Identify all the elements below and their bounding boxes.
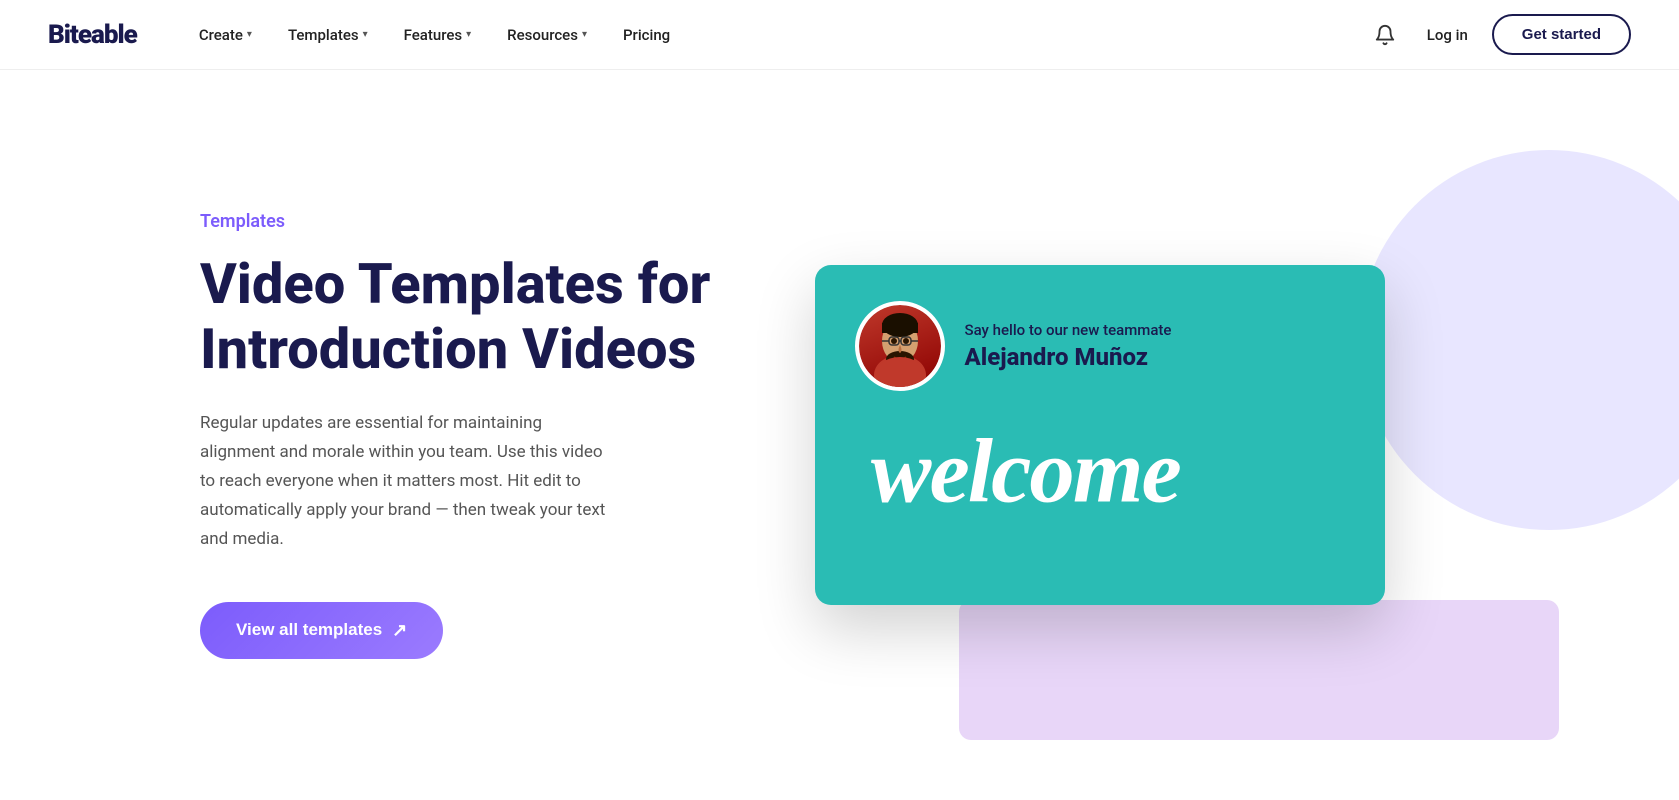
hero-visual: Say hello to our new teammate Alejandro … bbox=[720, 265, 1479, 605]
svg-text:welcome: welcome bbox=[870, 421, 1180, 516]
cta-label: View all templates bbox=[236, 620, 382, 640]
nav-features[interactable]: Features ▾ bbox=[390, 18, 486, 52]
brand-logo[interactable]: Biteable bbox=[48, 20, 137, 50]
hero-section: Templates Video Templates for Introducti… bbox=[0, 70, 1679, 800]
chevron-down-icon: ▾ bbox=[247, 29, 252, 40]
hero-label: Templates bbox=[200, 211, 720, 232]
nav-links: Create ▾ Templates ▾ Features ▾ Resource… bbox=[185, 18, 1367, 52]
hero-content: Templates Video Templates for Introducti… bbox=[200, 211, 720, 658]
chevron-down-icon: ▾ bbox=[466, 29, 471, 40]
view-all-templates-button[interactable]: View all templates ↗ bbox=[200, 602, 443, 659]
get-started-button[interactable]: Get started bbox=[1492, 14, 1631, 55]
card-name: Alejandro Muñoz bbox=[965, 343, 1172, 371]
hero-title: Video Templates for Introduction Videos bbox=[200, 252, 720, 381]
chevron-down-icon: ▾ bbox=[582, 29, 587, 40]
nav-right: Log in Get started bbox=[1367, 14, 1631, 55]
hero-description: Regular updates are essential for mainta… bbox=[200, 409, 620, 553]
avatar-image bbox=[859, 305, 941, 387]
chevron-down-icon: ▾ bbox=[363, 29, 368, 40]
arrow-icon: ↗ bbox=[392, 620, 407, 641]
video-template-card[interactable]: Say hello to our new teammate Alejandro … bbox=[815, 265, 1385, 605]
avatar bbox=[855, 301, 945, 391]
card-content: Say hello to our new teammate Alejandro … bbox=[815, 265, 1385, 605]
card-text: Say hello to our new teammate Alejandro … bbox=[965, 321, 1172, 371]
nav-create[interactable]: Create ▾ bbox=[185, 18, 266, 52]
card-header: Say hello to our new teammate Alejandro … bbox=[855, 301, 1345, 391]
nav-templates[interactable]: Templates ▾ bbox=[274, 18, 382, 52]
nav-pricing[interactable]: Pricing bbox=[609, 18, 684, 52]
login-button[interactable]: Log in bbox=[1427, 26, 1468, 44]
bg-rect-decoration bbox=[959, 600, 1559, 740]
welcome-text: welcome bbox=[855, 411, 1345, 528]
navbar: Biteable Create ▾ Templates ▾ Features ▾… bbox=[0, 0, 1679, 70]
card-subtitle: Say hello to our new teammate bbox=[965, 321, 1172, 339]
nav-resources[interactable]: Resources ▾ bbox=[493, 18, 601, 52]
notification-bell-icon[interactable] bbox=[1367, 17, 1403, 53]
